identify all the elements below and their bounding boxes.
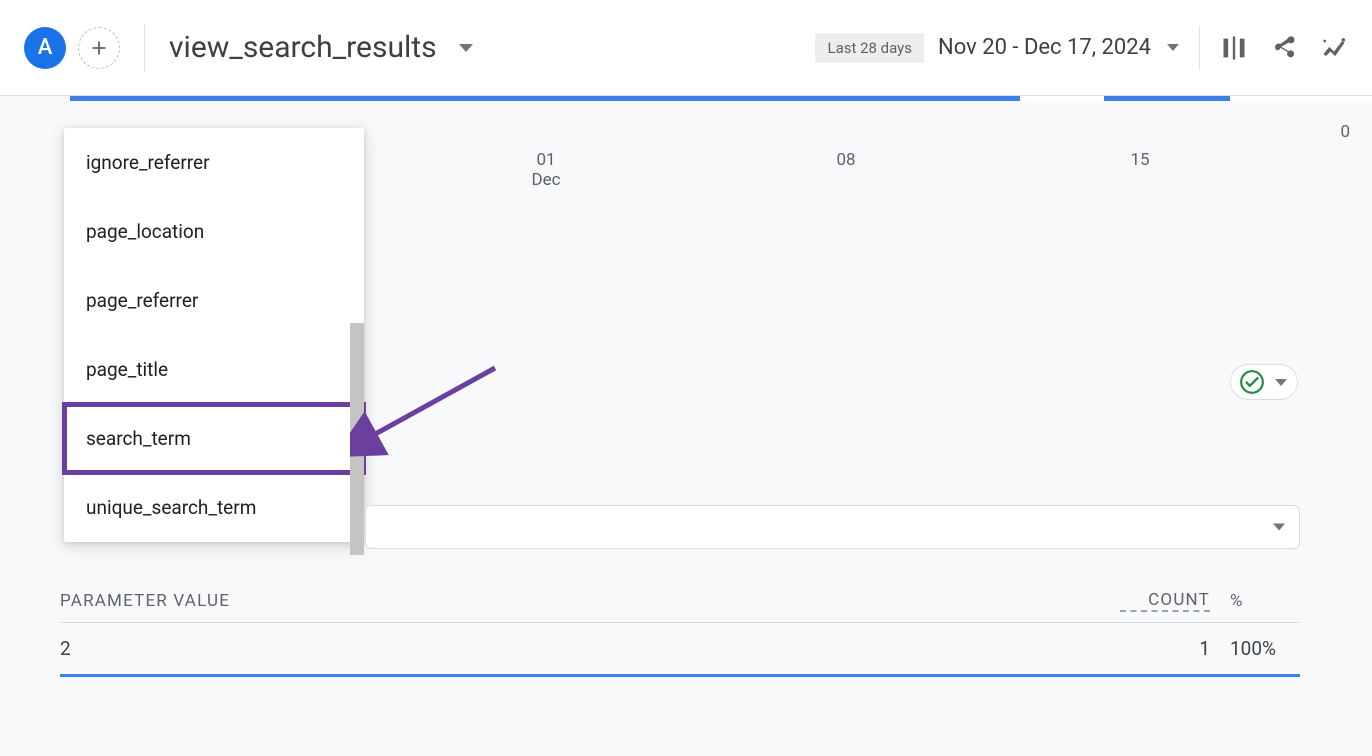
dropdown-item-page-location[interactable]: page_location: [64, 197, 364, 266]
parameter-select[interactable]: [365, 505, 1300, 549]
divider: [144, 24, 145, 72]
compare-icon[interactable]: [1220, 34, 1248, 62]
x-tick: 15: [1130, 150, 1149, 170]
status-pill[interactable]: [1230, 364, 1298, 400]
check-circle-icon: [1239, 369, 1265, 395]
dropdown-item-page-referrer[interactable]: page_referrer: [64, 266, 364, 335]
chevron-down-icon: [459, 44, 473, 52]
cell-count: 1: [1120, 637, 1210, 660]
cell-percent: 100%: [1210, 637, 1300, 660]
table-row: 2 1 100%: [60, 623, 1300, 677]
header-bar: A view_search_results Last 28 days Nov 2…: [0, 0, 1372, 96]
share-icon[interactable]: [1270, 34, 1298, 62]
axis-zero-label: 0: [1340, 122, 1350, 142]
date-range-badge: Last 28 days: [815, 33, 924, 63]
parameter-value-table: PARAMETER VALUE COUNT % 2 1 100%: [60, 590, 1300, 677]
insights-icon[interactable]: [1320, 34, 1348, 62]
dropdown-item-search-term[interactable]: search_term: [64, 404, 364, 473]
cell-parameter-value: 2: [60, 637, 1120, 660]
parameter-dropdown: ignore_referrer page_location page_refer…: [64, 128, 364, 542]
avatar[interactable]: A: [24, 27, 66, 69]
x-tick: 01Dec: [531, 150, 560, 190]
add-comparison-button[interactable]: [78, 27, 120, 69]
col-header-parameter-value: PARAMETER VALUE: [60, 591, 1120, 611]
col-header-count[interactable]: COUNT: [1120, 590, 1210, 612]
chevron-down-icon: [1275, 379, 1287, 386]
page-title-text: view_search_results: [169, 30, 437, 65]
divider: [1199, 26, 1200, 70]
dropdown-item-unique-search-term[interactable]: unique_search_term: [64, 473, 364, 542]
dropdown-item-page-title[interactable]: page_title: [64, 335, 364, 404]
chevron-down-icon: [1167, 44, 1179, 51]
plus-icon: [88, 37, 110, 59]
page-title-dropdown[interactable]: view_search_results: [169, 30, 473, 65]
dropdown-scrollbar[interactable]: [350, 323, 364, 555]
chevron-down-icon: [1273, 524, 1285, 531]
dropdown-item-ignore-referrer[interactable]: ignore_referrer: [64, 128, 364, 197]
date-range-picker[interactable]: Last 28 days Nov 20 - Dec 17, 2024: [815, 33, 1179, 63]
x-tick: 08: [836, 150, 855, 170]
annotation-arrow: [350, 360, 510, 460]
col-header-percent: %: [1210, 591, 1300, 611]
date-range-text: Nov 20 - Dec 17, 2024: [938, 35, 1151, 60]
